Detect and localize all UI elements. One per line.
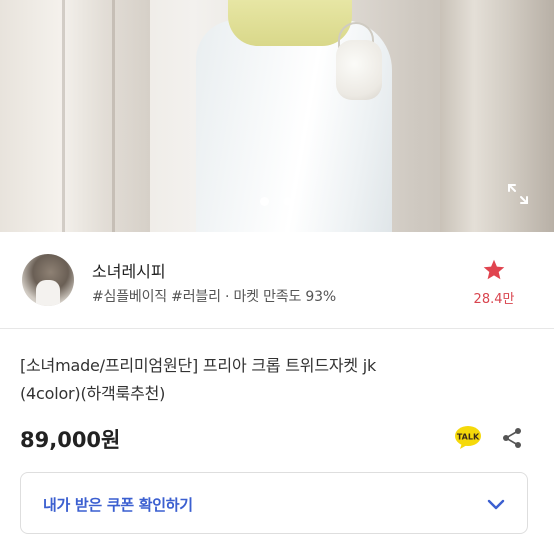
product-title-line: [소녀made/프리미엄원단] 프리아 크롭 트위드자켓 jk [20,356,377,375]
coupon-label[interactable]: 내가 받은 쿠폰 확인하기 [43,494,193,515]
carousel-indicator [260,197,292,206]
background-door [0,0,150,232]
kakao-talk-icon[interactable]: TALK [454,426,482,450]
expand-icon[interactable] [506,182,530,206]
divider [0,328,554,329]
product-image[interactable] [0,0,554,232]
seller-name[interactable]: 소녀레시피 [92,258,166,282]
favorite-button[interactable]: 28.4만 [464,258,524,307]
model-jacket [228,0,352,46]
carousel-dot[interactable] [283,197,292,206]
background-frame [440,0,554,232]
avatar-figure [36,280,60,306]
carousel-dot-active[interactable] [260,197,269,206]
product-title: [소녀made/프리미엄원단] 프리아 크롭 트위드자켓 jk (4color)… [20,352,520,408]
door-panel-line [112,0,115,232]
model-bag [336,40,382,100]
share-icon[interactable] [500,426,524,450]
svg-text:TALK: TALK [457,433,480,442]
door-panel-line [62,0,65,232]
favorite-count: 28.4만 [473,292,515,307]
chevron-down-icon[interactable] [485,493,507,515]
seller-tags: #심플베이직 #러블리 · 마켓 만족도 93% [92,289,336,305]
avatar[interactable] [22,254,74,306]
product-price: 89,000원 [20,428,121,452]
product-title-line: (4color)(하객룩추천) [20,384,166,403]
coupon-check-button[interactable]: 내가 받은 쿠폰 확인하기 [20,472,528,534]
seller-section[interactable]: 소녀레시피 #심플베이직 #러블리 · 마켓 만족도 93% 28.4만 [0,232,554,328]
star-icon[interactable] [482,258,506,282]
